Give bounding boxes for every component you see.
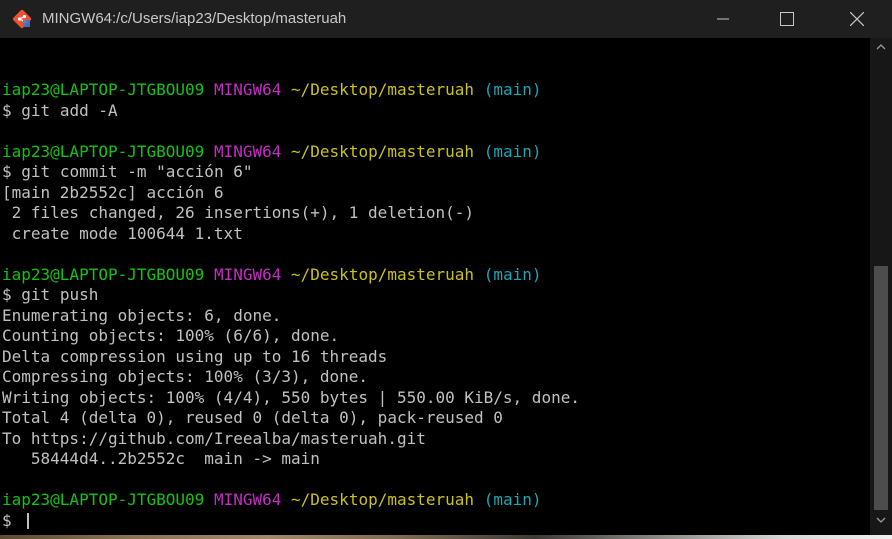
output-line: To https://github.com/Ireealba/masteruah… (2, 429, 580, 450)
prompt-branch: (main) (483, 264, 542, 284)
prompt-symbol: $ (2, 510, 12, 530)
chevron-down-icon (876, 517, 886, 523)
title-bar: MINGW64:/c/Users/iap23/Desktop/masteruah (0, 0, 892, 38)
maximize-button[interactable] (764, 0, 810, 38)
output-line: Enumerating objects: 6, done. (2, 306, 580, 327)
chevron-up-icon (876, 44, 886, 50)
output-text: create mode 100644 1.txt (2, 223, 243, 243)
command-text: git add -A (21, 100, 118, 120)
prompt-user-host: iap23@LAPTOP-JTGBOU09 (2, 264, 205, 284)
output-line: 2 files changed, 26 insertions(+), 1 del… (2, 203, 580, 224)
command-line: $ (2, 511, 580, 532)
output-line: Delta compression using up to 16 threads (2, 347, 580, 368)
prompt-symbol: $ (2, 100, 12, 120)
close-button[interactable] (834, 0, 880, 38)
minimize-button[interactable] (700, 0, 746, 38)
output-text: To https://github.com/Ireealba/masteruah… (2, 428, 426, 448)
command-text: git commit -m "acción 6" (21, 162, 253, 181)
terminal-output: iap23@LAPTOP-JTGBOU09 MINGW64 ~/Desktop/… (2, 80, 580, 531)
prompt-line: iap23@LAPTOP-JTGBOU09 MINGW64 ~/Desktop/… (2, 490, 580, 511)
output-text: Writing objects: 100% (4/4), 550 bytes |… (2, 387, 580, 407)
output-line: Writing objects: 100% (4/4), 550 bytes |… (2, 388, 580, 409)
prompt-branch: (main) (483, 490, 542, 509)
command-line: $ git push (2, 285, 580, 306)
output-text: Enumerating objects: 6, done. (2, 305, 282, 325)
prompt-user-host: iap23@LAPTOP-JTGBOU09 (2, 490, 205, 509)
text-cursor (27, 513, 30, 529)
prompt-path: ~/Desktop/masteruah (291, 264, 475, 284)
prompt-branch: (main) (483, 80, 542, 99)
scroll-thumb[interactable] (874, 266, 888, 510)
minimize-icon (717, 18, 729, 20)
output-line: Compressing objects: 100% (3/3), done. (2, 367, 580, 388)
output-line: 58444d4..2b2552c main -> main (2, 449, 580, 470)
maximize-icon (780, 12, 794, 26)
prompt-path: ~/Desktop/masteruah (291, 141, 475, 161)
command-line: $ git add -A (2, 101, 580, 122)
prompt-env: MINGW64 (213, 490, 282, 509)
command-text: git push (21, 285, 99, 304)
prompt-path: ~/Desktop/masteruah (291, 490, 475, 509)
prompt-env: MINGW64 (213, 141, 282, 161)
prompt-symbol: $ (2, 162, 12, 181)
prompt-env: MINGW64 (213, 80, 282, 99)
window-title: MINGW64:/c/Users/iap23/Desktop/masteruah (42, 10, 347, 27)
vertical-scrollbar[interactable] (870, 38, 892, 535)
git-bash-icon[interactable] (12, 9, 32, 29)
prompt-line: iap23@LAPTOP-JTGBOU09 MINGW64 ~/Desktop/… (2, 142, 580, 163)
output-text: [main 2b2552c] acción 6 (2, 182, 224, 202)
desktop-background-strip (0, 535, 892, 539)
output-line: [main 2b2552c] acción 6 (2, 183, 580, 204)
prompt-user-host: iap23@LAPTOP-JTGBOU09 (2, 80, 205, 99)
prompt-env: MINGW64 (213, 264, 282, 284)
terminal-area[interactable]: iap23@LAPTOP-JTGBOU09 MINGW64 ~/Desktop/… (0, 38, 870, 535)
output-line: Total 4 (delta 0), reused 0 (delta 0), p… (2, 408, 580, 429)
scroll-up-button[interactable] (870, 42, 892, 58)
output-text: Delta compression using up to 16 threads (2, 346, 388, 366)
output-text: Counting objects: 100% (6/6), done. (2, 326, 340, 345)
prompt-symbol: $ (2, 285, 12, 304)
prompt-path: ~/Desktop/masteruah (291, 80, 475, 99)
output-text: Compressing objects: 100% (3/3), done. (2, 367, 369, 386)
close-icon (850, 12, 864, 26)
command-line: $ git commit -m "acción 6" (2, 162, 580, 183)
prompt-branch: (main) (483, 141, 542, 161)
prompt-line: iap23@LAPTOP-JTGBOU09 MINGW64 ~/Desktop/… (2, 265, 580, 286)
output-line: create mode 100644 1.txt (2, 224, 580, 245)
scroll-down-button[interactable] (870, 515, 892, 531)
prompt-line: iap23@LAPTOP-JTGBOU09 MINGW64 ~/Desktop/… (2, 80, 580, 101)
output-text: 2 files changed, 26 insertions(+), 1 del… (2, 203, 475, 222)
output-text: Total 4 (delta 0), reused 0 (delta 0), p… (2, 408, 503, 427)
prompt-user-host: iap23@LAPTOP-JTGBOU09 (2, 141, 205, 161)
output-line: Counting objects: 100% (6/6), done. (2, 326, 580, 347)
output-text: 58444d4..2b2552c main -> main (2, 449, 320, 468)
